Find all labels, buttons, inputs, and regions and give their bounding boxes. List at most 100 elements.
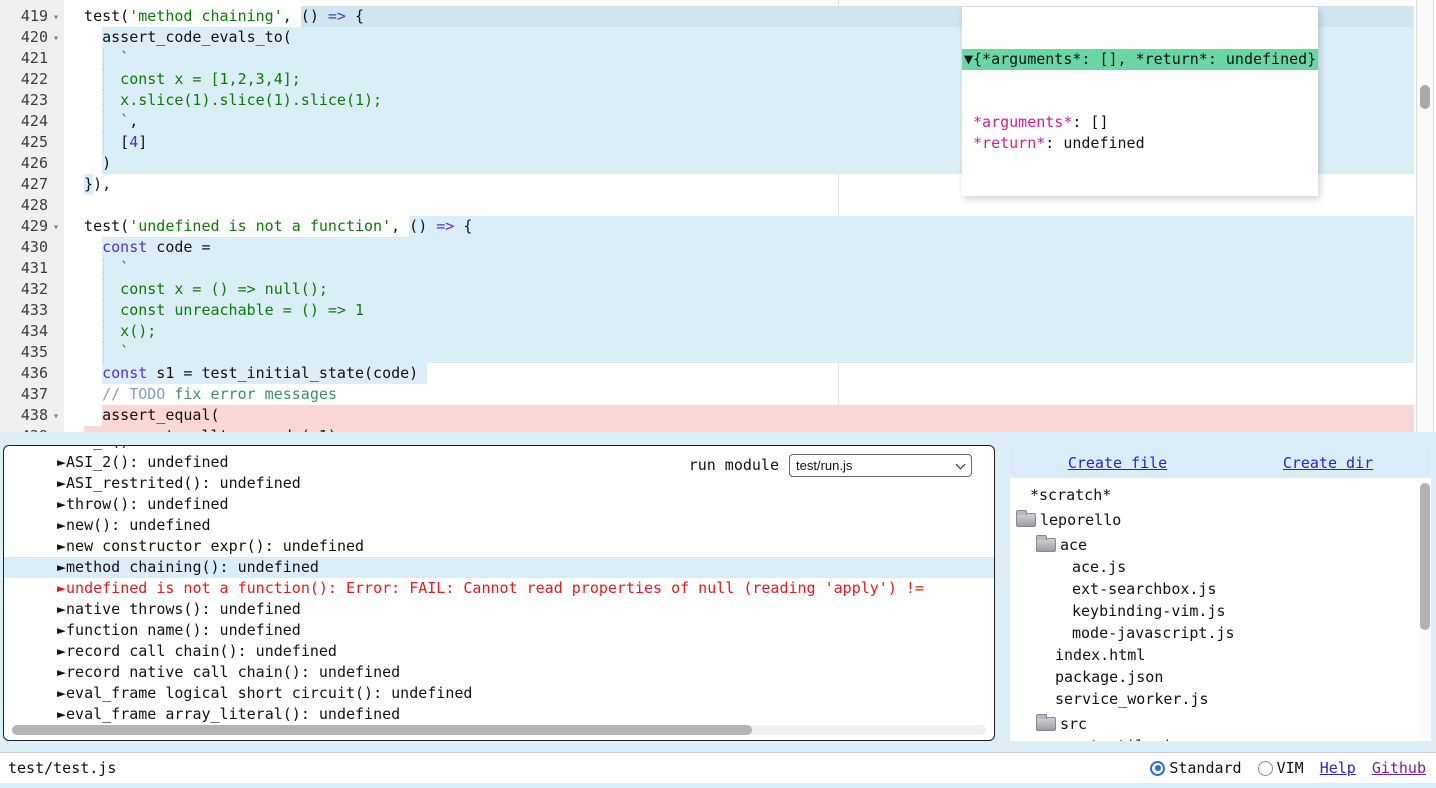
fold-toggle-icon[interactable]: ▾: [50, 406, 62, 427]
gutter-line-number[interactable]: 425: [0, 132, 64, 153]
file-tree-scrollbar[interactable]: [1419, 480, 1431, 739]
gutter-line-number[interactable]: 419▾: [0, 6, 64, 27]
gutter-line-number[interactable]: 421: [0, 48, 64, 69]
code-line[interactable]: assert_calltree_node(s1): [66, 426, 1414, 432]
tree-folder-row[interactable]: ace: [1010, 534, 1431, 556]
code-token-comment: fix error messages: [165, 385, 337, 403]
tree-file-row[interactable]: ext-searchbox.js: [1010, 578, 1431, 600]
tree-file-row[interactable]: mode-javascript.js: [1010, 622, 1431, 644]
gutter-line-number[interactable]: 435: [0, 342, 64, 363]
gutter-line-number[interactable]: 438▾: [0, 405, 64, 426]
tooltip-entry[interactable]: *arguments*: []: [962, 112, 1318, 133]
run-module-label: run module: [689, 454, 779, 477]
tree-file-row[interactable]: service_worker.js: [1010, 688, 1431, 710]
fold-toggle-icon[interactable]: ▾: [50, 217, 62, 238]
results-horizontal-scrollbar[interactable]: [12, 725, 986, 735]
code-line-text: `: [66, 342, 1414, 363]
standard-radio[interactable]: [1150, 761, 1165, 776]
code-token-keyword: const: [102, 238, 147, 256]
code-token-comment_todo: // TODO: [66, 385, 165, 403]
gutter-line-number[interactable]: 427: [0, 174, 64, 195]
tree-file-row[interactable]: index.html: [1010, 644, 1431, 666]
code-line-text: // TODO fix error messages: [66, 384, 1414, 405]
code-token-plain: code =: [147, 238, 210, 256]
test-result-row[interactable]: ►native throws(): undefined: [4, 599, 995, 620]
gutter-line-number[interactable]: 437: [0, 384, 64, 405]
gutter-line-number[interactable]: 436: [0, 363, 64, 384]
value-inspector-tooltip[interactable]: ▼{*arguments*: [], *return*: undefined} …: [962, 7, 1318, 196]
test-result-row[interactable]: ►ASI_1(): undefined: [4, 445, 995, 452]
code-line-text: assert_equal(: [66, 405, 1414, 426]
gutter-line-number[interactable]: 428: [0, 195, 64, 216]
tree-folder-row[interactable]: src: [1010, 713, 1431, 735]
tooltip-header-row[interactable]: ▼{*arguments*: [], *return*: undefined}: [962, 49, 1318, 70]
test-result-row[interactable]: ►eval_frame logical short circuit(): und…: [4, 683, 995, 704]
keybinding-standard-option[interactable]: Standard: [1150, 759, 1241, 777]
gutter-line-number[interactable]: 429▾: [0, 216, 64, 237]
create-file-button[interactable]: Create file: [1068, 454, 1167, 472]
status-bar: test/test.js Standard VIM Help Github: [0, 752, 1436, 783]
gutter-line-number[interactable]: 434: [0, 321, 64, 342]
code-line-text: const unreachable = () => 1: [66, 300, 1414, 321]
code-line[interactable]: const s1 = test_initial_state(code): [66, 363, 1414, 384]
tree-item-label: ext-searchbox.js: [1072, 578, 1217, 600]
code-line[interactable]: `: [66, 342, 1414, 363]
tree-file-row[interactable]: ast_utils.js: [1010, 735, 1431, 741]
code-line-text: test('undefined is not a function', () =…: [66, 216, 1414, 237]
test-result-row[interactable]: ►record native call chain(): undefined: [4, 662, 995, 683]
code-line[interactable]: const x = () => null();: [66, 279, 1414, 300]
code-line[interactable]: const code =: [66, 237, 1414, 258]
run-module-select[interactable]: test/run.js: [789, 454, 972, 477]
test-result-row[interactable]: ►throw(): undefined: [4, 494, 995, 515]
code-line[interactable]: const unreachable = () => 1: [66, 300, 1414, 321]
tree-file-row[interactable]: package.json: [1010, 666, 1431, 688]
code-token-keyword: =>: [436, 217, 454, 235]
tree-file-row[interactable]: ace.js: [1010, 556, 1431, 578]
editor-scrollbar[interactable]: [1416, 0, 1434, 432]
code-line[interactable]: assert_equal(: [66, 405, 1414, 426]
test-result-row[interactable]: ►new(): undefined: [4, 515, 995, 536]
create-dir-button[interactable]: Create dir: [1283, 454, 1373, 472]
file-tree-scrollbar-thumb[interactable]: [1420, 483, 1430, 630]
code-token-string: 'undefined is not a function': [129, 217, 391, 235]
test-result-row-failed[interactable]: ►undefined is not a function(): Error: F…: [4, 578, 995, 599]
folder-icon: [1036, 717, 1056, 731]
gutter-line-number[interactable]: 423: [0, 90, 64, 111]
results-scrollbar-thumb[interactable]: [12, 725, 752, 735]
gutter-line-number[interactable]: 431: [0, 258, 64, 279]
gutter-line-number[interactable]: 430: [0, 237, 64, 258]
gutter-line-number[interactable]: 433: [0, 300, 64, 321]
help-link[interactable]: Help: [1320, 759, 1356, 777]
tooltip-entry[interactable]: *return*: undefined: [962, 133, 1318, 154]
tree-item-label: ast_utils.js: [1072, 735, 1180, 741]
gutter-line-number[interactable]: 424: [0, 111, 64, 132]
code-token-plain: assert_calltree_node(s1): [66, 427, 337, 432]
test-result-row[interactable]: ►eval_frame array_literal(): undefined: [4, 704, 995, 725]
gutter-line-number[interactable]: 426: [0, 153, 64, 174]
fold-toggle-icon[interactable]: ▾: [50, 7, 62, 28]
code-line[interactable]: x();: [66, 321, 1414, 342]
tree-file-row[interactable]: keybinding-vim.js: [1010, 600, 1431, 622]
code-editor[interactable]: test('method chaining', () => { assert_c…: [0, 0, 1436, 432]
test-result-row[interactable]: ►record call chain(): undefined: [4, 641, 995, 662]
gutter-line-number[interactable]: 432: [0, 279, 64, 300]
code-line[interactable]: [66, 195, 1414, 216]
editor-scrollbar-thumb[interactable]: [1420, 85, 1430, 109]
keybinding-vim-option[interactable]: VIM: [1258, 759, 1304, 777]
test-result-row[interactable]: ►method chaining(): undefined: [4, 557, 995, 578]
code-token-string: x.slice(1).slice(1).slice(1);: [66, 91, 382, 109]
github-link[interactable]: Github: [1372, 759, 1426, 777]
code-line[interactable]: test('undefined is not a function', () =…: [66, 216, 1414, 237]
test-result-row[interactable]: ►function name(): undefined: [4, 620, 995, 641]
vim-radio[interactable]: [1258, 761, 1273, 776]
gutter-line-number[interactable]: 420▾: [0, 27, 64, 48]
code-token-plain: [66, 364, 102, 382]
tree-folder-row[interactable]: leporello: [1010, 509, 1431, 531]
test-result-row[interactable]: ►new constructor expr(): undefined: [4, 536, 995, 557]
code-line[interactable]: `: [66, 258, 1414, 279]
tree-file-row[interactable]: *scratch*: [1010, 484, 1431, 506]
code-line[interactable]: // TODO fix error messages: [66, 384, 1414, 405]
fold-toggle-icon[interactable]: ▾: [50, 28, 62, 49]
gutter-line-number[interactable]: 422: [0, 69, 64, 90]
gutter-line-number[interactable]: 439: [0, 426, 64, 432]
